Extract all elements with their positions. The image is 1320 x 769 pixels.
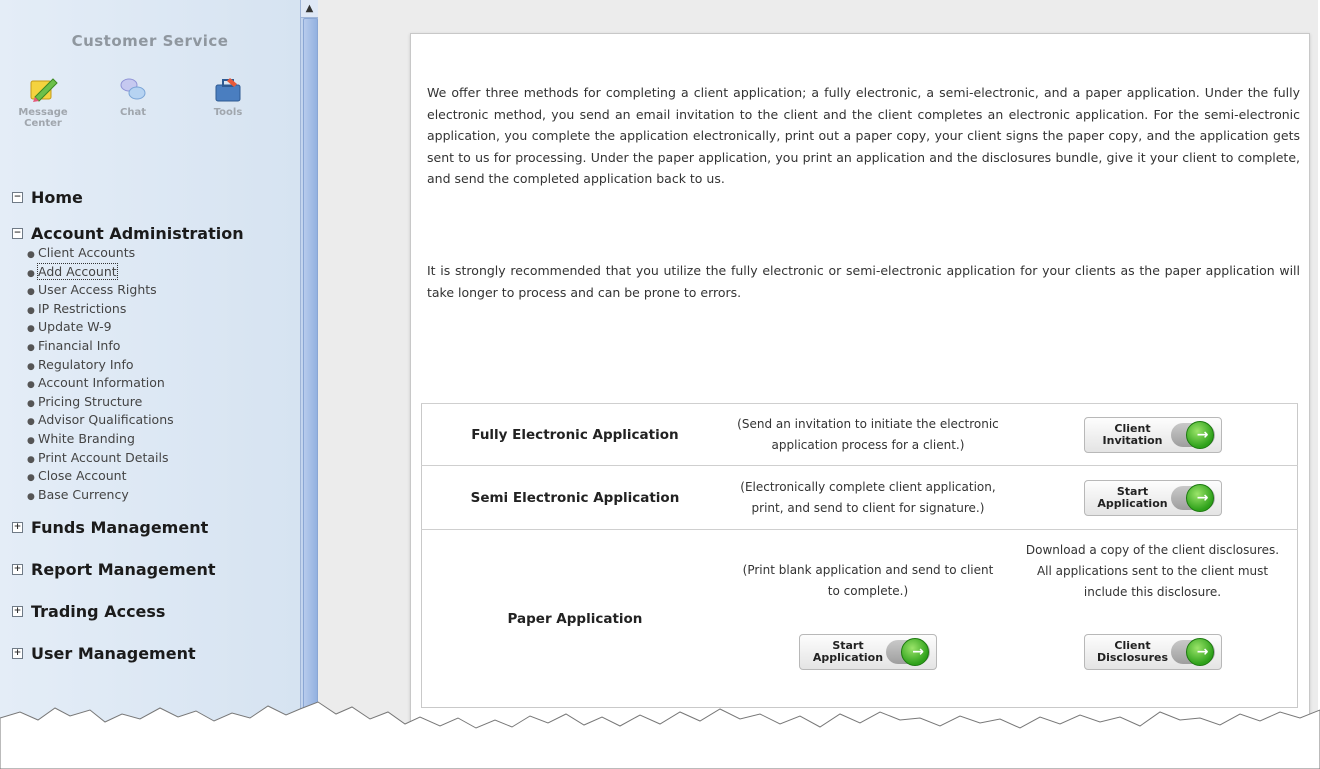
go-arrow-icon: →	[1170, 420, 1215, 449]
sidebar-scrollbar[interactable]: ▲	[300, 0, 318, 725]
go-arrow-icon: →	[885, 638, 930, 666]
toolbox-icon	[215, 78, 241, 102]
nav-section-label: Home	[31, 187, 83, 207]
sidebar-item-print-account-details[interactable]: ● Print Account Details	[27, 449, 297, 468]
nav-section-funds-management[interactable]: + Funds Management	[12, 516, 297, 538]
paper-start-application-button[interactable]: Start Application →	[798, 634, 937, 670]
sidebar-item-regulatory-info[interactable]: ● Regulatory Info	[27, 356, 297, 375]
sidebar-item-user-access-rights[interactable]: ● User Access Rights	[27, 281, 297, 300]
scrollbar-thumb[interactable]	[303, 18, 318, 720]
application-name: Paper Application	[421, 529, 728, 708]
chat-label: Chat	[120, 107, 146, 118]
application-name: Semi Electronic Application	[421, 465, 728, 530]
expand-icon[interactable]: +	[12, 605, 23, 617]
nav-section-label: User Management	[31, 643, 196, 663]
collapse-icon[interactable]: −	[12, 227, 23, 239]
tools-label: Tools	[213, 107, 243, 118]
nav-section-label: Account Administration	[31, 223, 244, 243]
go-arrow-icon: →	[1170, 638, 1215, 666]
message-center-label: Message Center	[18, 107, 68, 129]
scroll-up-arrow-icon[interactable]: ▲	[301, 0, 318, 18]
sidebar-item-ip-restrictions[interactable]: ● IP Restrictions	[27, 300, 297, 319]
sidebar-item-client-accounts[interactable]: ● Client Accounts	[27, 244, 297, 263]
expand-icon[interactable]: +	[12, 563, 23, 575]
nav-section-trading-access[interactable]: + Trading Access	[12, 600, 297, 622]
sidebar-item-advisor-qualifications[interactable]: ● Advisor Qualifications	[27, 411, 297, 430]
go-arrow-icon: →	[1170, 483, 1215, 512]
table-row-fully-electronic: Fully Electronic Application (Send an in…	[421, 403, 1298, 466]
tools-tool[interactable]: Tools	[188, 75, 268, 118]
sidebar-item-account-information[interactable]: ● Account Information	[27, 374, 297, 393]
nav-section-report-management[interactable]: + Report Management	[12, 558, 297, 580]
intro-paragraph: We offer three methods for completing a …	[427, 85, 1300, 186]
chat-bubbles-icon	[120, 78, 146, 100]
pencil-note-icon	[30, 78, 58, 102]
account-administration-list: ● Client Accounts ● Add Account ● User Acce…	[12, 244, 297, 504]
sidebar-item-add-account[interactable]: ● Add Account	[27, 262, 297, 282]
sidebar-item-financial-info[interactable]: ● Financial Info	[27, 337, 297, 356]
sidebar-item-update-w9[interactable]: ● Update W-9	[27, 318, 297, 337]
message-center-tool[interactable]: Message Center	[3, 75, 83, 129]
nav-section-label: Trading Access	[31, 601, 166, 621]
chat-tool[interactable]: Chat	[93, 75, 173, 118]
application-name: Fully Electronic Application	[421, 403, 728, 466]
application-description: (Send an invitation to initiate the elec…	[727, 403, 1009, 466]
collapse-icon[interactable]: −	[12, 191, 23, 203]
application-description: (Electronically complete client applicat…	[727, 465, 1009, 530]
torn-edge-decoration	[0, 701, 1320, 769]
client-disclosures-button[interactable]: Client Disclosures →	[1083, 634, 1222, 670]
sidebar-item-white-branding[interactable]: ● White Branding	[27, 430, 297, 449]
recommendation-paragraph: It is strongly recommended that you util…	[427, 263, 1300, 300]
nav-section-user-management[interactable]: + User Management	[12, 642, 297, 664]
sidebar-item-close-account[interactable]: ● Close Account	[27, 467, 297, 486]
nav-section-label: Funds Management	[31, 517, 209, 537]
application-methods-table: Fully Electronic Application (Send an in…	[421, 403, 1298, 708]
nav-section-account-administration[interactable]: − Account Administration	[12, 222, 297, 244]
start-application-button[interactable]: Start Application →	[1083, 479, 1222, 516]
application-description: (Print blank application and send to cli…	[742, 563, 994, 598]
sidebar-nav: − Home − Account Administration ● Client …	[12, 186, 297, 664]
nav-section-home[interactable]: − Home	[12, 186, 297, 208]
nav-section-label: Report Management	[31, 559, 216, 579]
sidebar: Customer Service Message Center Chat Too…	[0, 0, 301, 725]
table-row-semi-electronic: Semi Electronic Application (Electronica…	[421, 465, 1298, 530]
sidebar-title: Customer Service	[71, 32, 229, 50]
expand-icon[interactable]: +	[12, 647, 23, 659]
sidebar-item-base-currency[interactable]: ● Base Currency	[27, 486, 297, 505]
disclosure-description: Download a copy of the client disclosure…	[1025, 543, 1280, 599]
client-invitation-button[interactable]: Client Invitation →	[1083, 416, 1222, 453]
expand-icon[interactable]: +	[12, 521, 23, 533]
sidebar-item-pricing-structure[interactable]: ● Pricing Structure	[27, 393, 297, 412]
table-row-paper: Paper Application (Print blank applicati…	[421, 529, 1298, 708]
